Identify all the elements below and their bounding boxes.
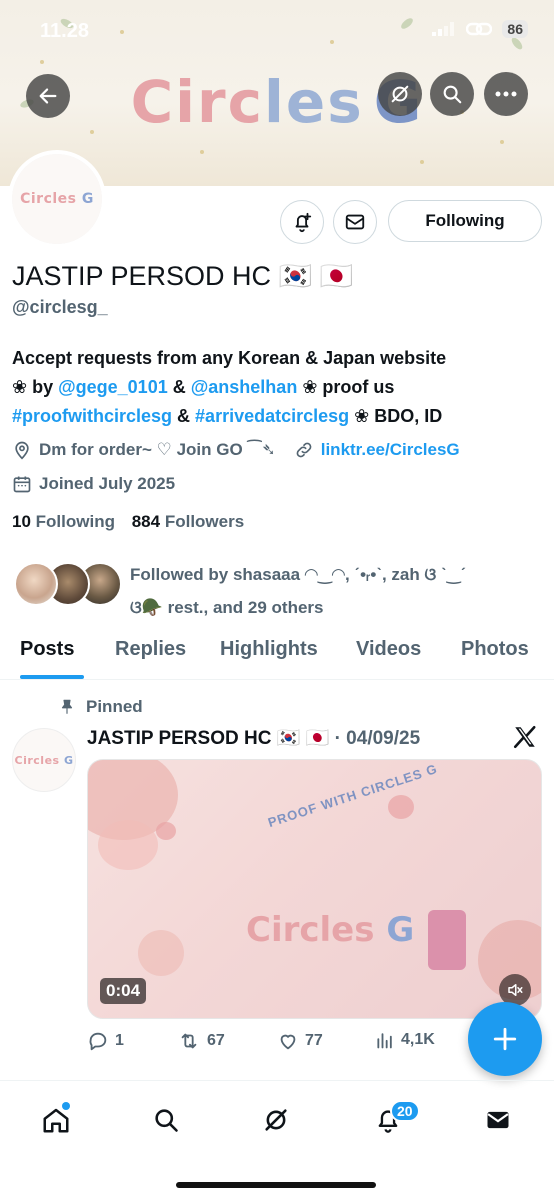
video-logo-text: Circles G xyxy=(246,910,415,950)
notifications-badge: 20 xyxy=(390,1100,420,1122)
tab-photos[interactable]: Photos xyxy=(461,638,529,661)
back-button[interactable] xyxy=(26,74,70,118)
link-icon xyxy=(466,22,493,36)
battery-indicator: 86 xyxy=(502,20,528,38)
repost-action[interactable]: 67 xyxy=(177,1030,225,1052)
avatar-logo: Circles G xyxy=(20,191,94,207)
hashtag-link[interactable]: #proofwithcirclesg xyxy=(12,406,172,426)
tab-videos[interactable]: Videos xyxy=(356,638,421,661)
mention-link[interactable]: @gege_0101 xyxy=(58,377,168,397)
signal-icon xyxy=(432,22,455,36)
post-author-avatar[interactable]: Circles G xyxy=(12,728,76,792)
home-indicator xyxy=(176,1182,376,1188)
envelope-icon xyxy=(345,214,365,230)
followed-by-text: Followed by shasaaa ◠‿◠, ˊ•ᵣ•ˋ, zah ଓ ˋ‿… xyxy=(130,565,467,617)
status-time: 11.28 xyxy=(40,20,89,42)
views-chart-icon xyxy=(377,1033,392,1049)
post-actions: 1 67 77 4,1K xyxy=(87,1030,447,1060)
feed-divider xyxy=(0,1080,554,1081)
post-header: JASTIP PERSOD HC 🇰🇷 🇯🇵 · 04/09/25 xyxy=(87,726,420,750)
active-tab-indicator xyxy=(20,675,84,679)
video-duration: 0:04 xyxy=(100,978,147,1004)
search-icon xyxy=(155,1109,178,1132)
hashtag-link[interactable]: #arrivedatcirclesg xyxy=(195,406,349,426)
more-options-button[interactable] xyxy=(484,72,528,116)
profile-name: JASTIP PERSOD HC 🇰🇷 🇯🇵 xyxy=(12,261,354,291)
followers-count-link[interactable]: 884 Followers xyxy=(132,512,244,531)
post-author-name[interactable]: JASTIP PERSOD HC 🇰🇷 🇯🇵 xyxy=(87,728,329,749)
more-icon xyxy=(495,91,517,97)
bottom-navigation: 20 xyxy=(0,1090,554,1160)
following-button[interactable]: Following xyxy=(388,200,542,242)
illustration-figure xyxy=(138,930,184,976)
grok-button[interactable] xyxy=(378,72,422,116)
post-avatar-logo: Circles G xyxy=(14,753,74,767)
profile-website-link[interactable]: linktr.ee/CirclesG xyxy=(321,440,460,460)
heart-icon xyxy=(280,1034,296,1050)
tab-highlights[interactable]: Highlights xyxy=(220,638,318,661)
link-chain-icon xyxy=(294,440,314,460)
nav-search[interactable] xyxy=(150,1104,182,1136)
profile-tabs: Posts Replies Highlights Videos Photos xyxy=(0,630,554,680)
post-video[interactable]: PROOF WITH CIRCLES G Circles G 0:04 xyxy=(87,759,542,1019)
video-arc-text: PROOF WITH CIRCLES G xyxy=(266,760,440,831)
grok-icon xyxy=(265,1109,287,1131)
back-arrow-icon xyxy=(39,88,57,104)
bell-plus-icon xyxy=(295,212,312,233)
notify-subscribe-button[interactable] xyxy=(280,200,324,244)
envelope-icon xyxy=(487,1111,509,1129)
views-action[interactable]: 4,1K xyxy=(375,1030,435,1050)
reply-icon xyxy=(89,1032,107,1051)
profile-meta-row: Dm for order~ ♡ Join GO ⁀➴ linktr.ee/Cir… xyxy=(12,440,460,460)
profile-joined-row: Joined July 2025 xyxy=(12,474,175,494)
following-count-link[interactable]: 10 Following xyxy=(12,512,115,531)
like-action[interactable]: 77 xyxy=(277,1030,323,1052)
x-logo-icon xyxy=(513,725,536,749)
grok-icon xyxy=(391,85,409,103)
location-pin-icon xyxy=(12,440,32,460)
illustration-shopping-bag xyxy=(428,910,466,970)
message-button[interactable] xyxy=(333,200,377,244)
profile-handle: @circlesg_ xyxy=(12,297,108,317)
profile-location: Dm for order~ ♡ Join GO ⁀➴ xyxy=(39,440,276,459)
pinned-label-row: Pinned xyxy=(58,697,143,717)
follow-counts: 10 Following 884 Followers xyxy=(12,512,244,532)
post-date[interactable]: · 04/09/25 xyxy=(335,728,421,749)
pin-icon xyxy=(61,699,73,714)
home-icon xyxy=(43,1108,69,1133)
tab-replies[interactable]: Replies xyxy=(115,638,186,661)
nav-home[interactable] xyxy=(40,1104,72,1136)
profile-avatar[interactable]: Circles G xyxy=(8,150,106,248)
nav-messages[interactable] xyxy=(482,1104,514,1136)
calendar-icon xyxy=(12,474,32,494)
repost-icon xyxy=(181,1033,197,1049)
tab-posts[interactable]: Posts xyxy=(20,638,74,661)
profile-joined-date: Joined July 2025 xyxy=(39,474,176,493)
bio-line-3: #proofwithcirclesg & #arrivedatcirclesg … xyxy=(12,406,443,426)
follower-avatar xyxy=(14,562,58,606)
nav-grok[interactable] xyxy=(260,1104,292,1136)
status-icons: 86 xyxy=(432,20,528,38)
bio-line-1: Accept requests from any Korean & Japan … xyxy=(12,348,447,368)
profile-bio: Accept requests from any Korean & Japan … xyxy=(12,344,547,431)
mention-link[interactable]: @anshelhan xyxy=(191,377,298,397)
search-icon xyxy=(443,85,462,104)
search-button[interactable] xyxy=(430,72,474,116)
compose-post-button[interactable] xyxy=(468,1002,542,1076)
speaker-muted-icon xyxy=(508,984,523,996)
reply-action[interactable]: 1 xyxy=(87,1030,124,1052)
bio-line-2: ❀ by @gege_0101 & @anshelhan ❀ proof us xyxy=(12,377,395,397)
plus-icon xyxy=(493,1027,517,1051)
